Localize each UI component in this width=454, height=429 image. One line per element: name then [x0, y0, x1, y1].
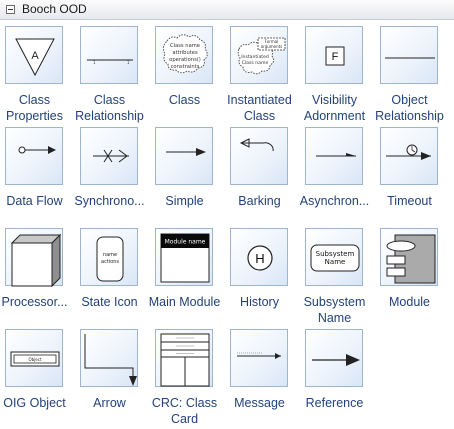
main-module-icon: Module name	[160, 233, 210, 283]
data-flow-icon	[18, 146, 56, 154]
shape-label: Asynchron...	[299, 194, 370, 208]
asynchronous-icon	[316, 153, 356, 157]
instantiated-class-icon: Formalarguments InstantiatedClass name	[237, 37, 286, 75]
shape-thumbnail[interactable]: Formal arguments Instantiated Class name	[230, 26, 288, 84]
booch-ood-panel: Booch OOD A Class Properties 1 1 Class Rela…	[0, 0, 454, 429]
shape-label: Visibility Adornment	[303, 93, 366, 123]
shape-label: Main Module	[148, 295, 221, 309]
svg-text:Class name: Class name	[242, 60, 269, 66]
svg-text:Class name: Class name	[170, 43, 200, 49]
shape-thumbnail[interactable]: Module name	[155, 228, 213, 286]
shape-thumbnail[interactable]	[230, 127, 288, 185]
module-icon	[386, 234, 436, 284]
shape-label: Arrow	[93, 396, 126, 410]
shape-thumbnail[interactable]: Object	[5, 329, 63, 387]
shape-label: CRC: Class Card	[151, 396, 218, 426]
shape-thumbnail[interactable]: A	[5, 26, 63, 84]
shape-label: Message	[234, 396, 285, 410]
shape-thumbnail[interactable]	[155, 127, 213, 185]
shape-thumbnail[interactable]	[80, 127, 138, 185]
svg-text:Subsystem: Subsystem	[316, 250, 355, 258]
svg-text:Module name: Module name	[165, 239, 206, 246]
svg-text:Name: Name	[325, 258, 346, 266]
shape-label: Barking	[238, 194, 281, 208]
reference-icon	[312, 354, 360, 366]
history-icon: H	[247, 245, 273, 271]
timeout-icon	[386, 144, 431, 160]
shape-thumbnail[interactable]	[80, 329, 138, 387]
shape-thumbnail[interactable]	[305, 329, 363, 387]
shape-label: History	[240, 295, 279, 309]
shape-label: Simple	[165, 194, 204, 208]
object-relationship-icon	[385, 57, 435, 59]
shape-label: Instantiated Class	[227, 93, 292, 123]
svg-text:1: 1	[93, 60, 96, 65]
collapse-icon[interactable]	[6, 5, 15, 14]
shape-label: Synchrono...	[74, 194, 145, 208]
shape-label: Processor...	[1, 295, 68, 309]
svg-text:H: H	[255, 251, 264, 266]
svg-text:attributes: attributes	[172, 50, 198, 56]
svg-text:arguments: arguments	[261, 44, 283, 49]
shape-thumbnail[interactable]	[380, 127, 438, 185]
svg-text:F: F	[332, 51, 339, 63]
shape-label: Class Properties	[6, 93, 63, 123]
processor-cube-icon	[10, 233, 62, 287]
shape-label: State Icon	[81, 295, 138, 309]
crc-card-icon	[160, 333, 210, 387]
arrow-icon	[84, 334, 137, 386]
shape-thumbnail[interactable]	[230, 329, 288, 387]
svg-text:name: name	[103, 252, 117, 258]
shape-thumbnail[interactable]	[380, 228, 438, 286]
shape-label: Reference	[305, 396, 364, 410]
shape-thumbnail[interactable]	[5, 228, 63, 287]
shape-label: Subsystem Name	[303, 295, 366, 325]
shape-label: Class	[168, 93, 201, 107]
shape-thumbnail[interactable]	[5, 127, 63, 185]
visibility-adornment-icon: F	[325, 46, 345, 66]
shape-thumbnail[interactable]: Class name attributes operations() constrai…	[155, 26, 213, 84]
shape-label: Timeout	[387, 194, 432, 208]
barking-icon	[239, 138, 274, 152]
shape-thumbnail[interactable]	[305, 127, 363, 185]
shape-label: OIG Object	[3, 396, 66, 410]
shape-thumbnail[interactable]: Subsystem Name	[305, 228, 363, 286]
subsystem-icon: SubsystemName	[310, 244, 360, 272]
synchronous-icon	[93, 149, 129, 163]
panel-title: Booch OOD	[22, 2, 87, 16]
shape-label: Data Flow	[6, 194, 63, 208]
oig-object-icon: Object	[10, 351, 60, 367]
svg-text:Instantiated: Instantiated	[241, 54, 269, 60]
panel-header[interactable]: Booch OOD	[0, 0, 454, 20]
message-icon	[237, 352, 281, 359]
class-properties-icon: A	[15, 38, 55, 77]
shape-thumbnail[interactable]: name actions	[80, 228, 138, 286]
shape-thumbnail[interactable]: F	[305, 26, 363, 84]
svg-text:Object: Object	[28, 357, 41, 362]
shape-thumbnail[interactable]: 11	[80, 26, 138, 84]
class-cloud-icon: Class nameattributesoperations()constrai…	[162, 34, 208, 74]
shape-thumbnail[interactable]	[380, 26, 438, 84]
svg-text:actions: actions	[101, 259, 119, 265]
simple-arrow-icon	[166, 148, 206, 156]
shape-thumbnail[interactable]	[155, 329, 213, 387]
svg-text:constraints: constraints	[171, 64, 200, 70]
svg-text:A: A	[31, 50, 39, 62]
class-relationship-icon: 11	[87, 59, 133, 65]
svg-text:1: 1	[127, 60, 130, 65]
shape-thumbnail[interactable]: H	[230, 228, 288, 286]
shape-label: Class Relationship	[75, 93, 144, 123]
shape-label: Object Relationship	[375, 93, 444, 123]
shape-label: Module	[389, 295, 430, 309]
state-icon: nameactions	[96, 236, 124, 282]
svg-text:operations(): operations()	[169, 57, 201, 63]
